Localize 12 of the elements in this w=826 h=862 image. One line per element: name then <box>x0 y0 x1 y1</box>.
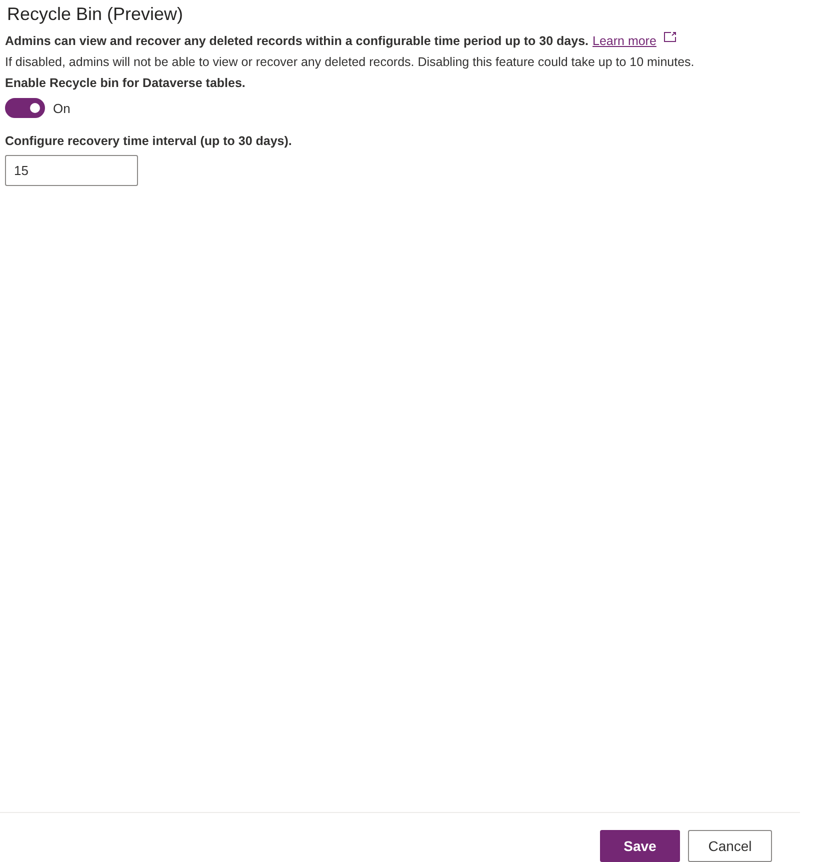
info-text: If disabled, admins will not be able to view or recover any deleted records. Disabling this feature could take up to 10 minutes. <box>5 54 696 71</box>
cancel-button[interactable]: Cancel <box>688 830 772 862</box>
external-link-icon <box>664 32 676 42</box>
toggle-label: Enable Recycle bin for Dataverse tables. <box>5 76 246 90</box>
page-title: Recycle Bin (Preview) <box>7 4 184 25</box>
description-text: Admins can view and recover any deleted records within a configurable time period up to 30 days. <box>5 34 588 48</box>
interval-input[interactable]: 15 <box>5 155 138 186</box>
interval-label: Configure recovery time interval (up to 30 days). <box>5 134 293 148</box>
toggle-switch[interactable] <box>5 98 45 118</box>
toggle-state-text: On <box>53 100 70 116</box>
learn-more-link[interactable]: Learn more <box>592 34 656 48</box>
save-button[interactable]: Save <box>600 830 680 862</box>
